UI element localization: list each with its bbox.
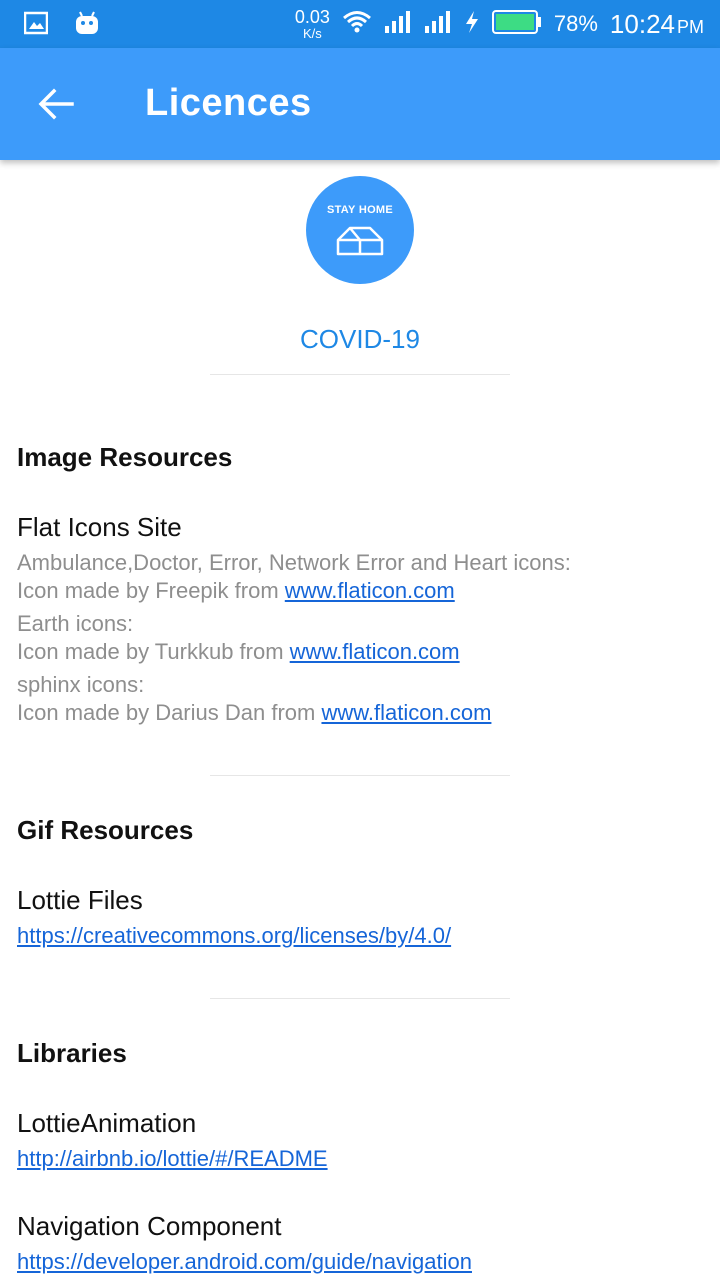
entry-credit: Icon made by Turkkub from www.flaticon.c… [17,639,460,665]
arrow-back-icon [38,86,74,127]
navigation-component-link-row: https://developer.android.com/guide/navi… [17,1249,472,1275]
flaticon-link[interactable]: www.flaticon.com [290,639,460,664]
network-speed: 0.03 K/s [295,8,330,40]
flaticon-link[interactable]: www.flaticon.com [285,578,455,603]
entry-credit-text: Icon made by Freepik from [17,578,285,603]
item-title-flat-icons-site: Flat Icons Site [17,512,182,542]
divider [210,374,510,375]
android-icon [74,10,100,41]
app-bar: Licences [0,48,720,160]
divider [210,775,510,776]
flaticon-link[interactable]: www.flaticon.com [321,700,491,725]
divider [210,998,510,999]
creative-commons-link[interactable]: https://creativecommons.org/licenses/by/… [17,923,451,948]
network-speed-unit: K/s [302,26,322,41]
entry-label: sphinx icons: [17,672,145,697]
item-title-lottie-files: Lottie Files [17,885,143,915]
section-title-libraries: Libraries [17,1038,127,1068]
clock-time: 10:24 [609,8,675,39]
licences-content[interactable]: STAY HOME COVID-19 Image Resources Flat … [0,160,720,1280]
house-icon [336,224,384,261]
signal-icon [424,10,452,39]
network-speed-value: 0.03 [294,7,330,27]
gallery-icon [23,11,49,40]
battery-icon [491,9,542,40]
item-title-navigation-component: Navigation Component [17,1211,282,1241]
lottie-animation-link-row: http://airbnb.io/lottie/#/README [17,1146,328,1172]
entry-credit-text: Icon made by Turkkub from [17,639,290,664]
item-title-lottie-animation: LottieAnimation [17,1108,197,1138]
clock: 10:24 PM [610,9,704,40]
section-title-gif-resources: Gif Resources [17,815,194,845]
airbnb-lottie-link[interactable]: http://airbnb.io/lottie/#/README [17,1146,328,1171]
back-button[interactable] [30,80,82,132]
entry-credit: Icon made by Freepik from www.flaticon.c… [17,578,455,604]
entry-label: Earth icons: [17,611,134,636]
app-logo: STAY HOME [306,176,414,284]
entry-label: Ambulance,Doctor, Error, Network Error a… [17,550,571,575]
section-title-image-resources: Image Resources [17,442,233,472]
app-name: COVID-19 [300,324,420,354]
entry-credit-text: Icon made by Darius Dan from [17,700,322,725]
clock-ampm: PM [677,16,704,37]
logo-badge-text: STAY HOME [326,204,394,216]
charging-icon [464,10,480,39]
entry-credit: Icon made by Darius Dan from www.flatico… [17,700,491,726]
battery-percent: 78% [553,11,598,36]
android-navigation-link[interactable]: https://developer.android.com/guide/navi… [17,1249,472,1274]
status-bar: 0.03 K/s 78% 10:24 PM [0,0,720,48]
lottie-files-link-row: https://creativecommons.org/licenses/by/… [17,923,451,949]
wifi-icon [342,10,372,39]
signal-icon [384,10,412,39]
page-title: Licences [145,82,312,124]
